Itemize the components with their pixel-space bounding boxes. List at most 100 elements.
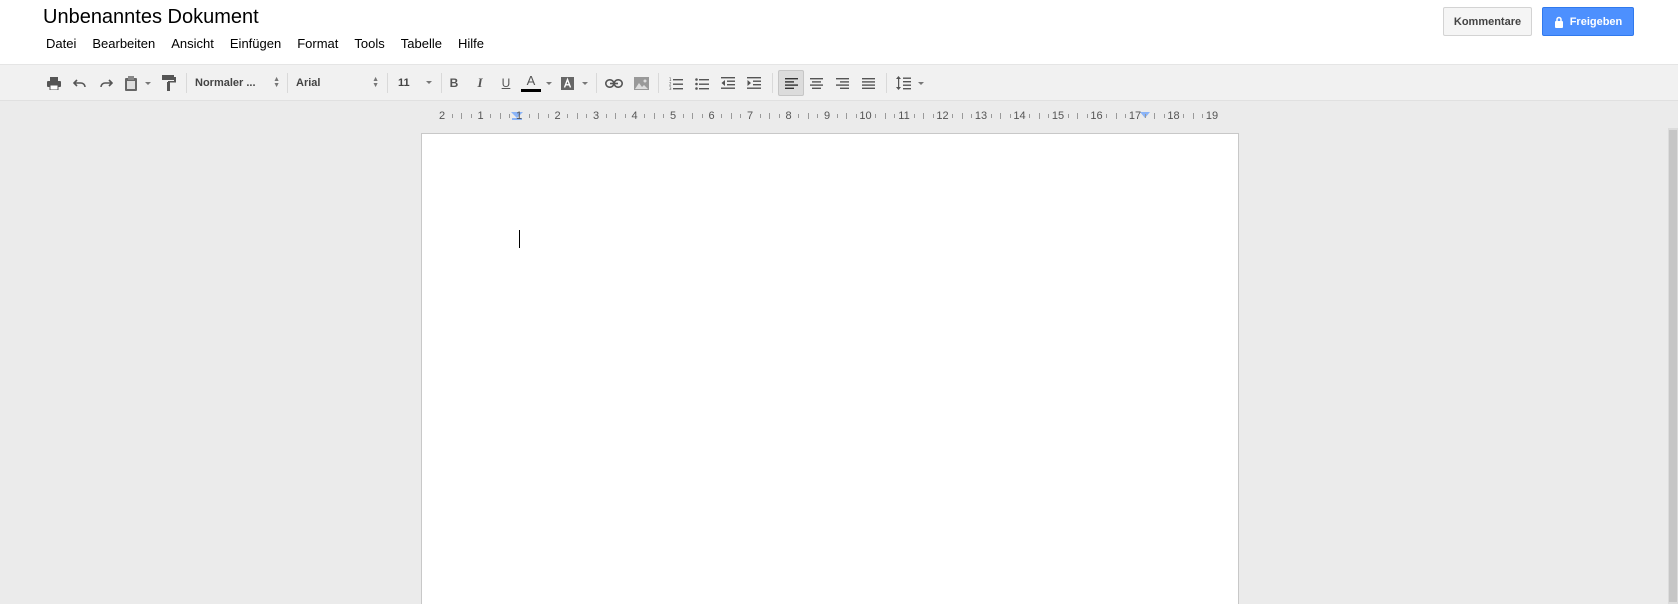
ruler-tick	[923, 113, 925, 119]
paste-icon[interactable]	[122, 70, 140, 96]
ruler-tick	[1077, 113, 1079, 119]
menu-insert[interactable]: Einfügen	[222, 33, 289, 55]
ruler-tick	[663, 114, 665, 118]
ruler-tick	[730, 113, 732, 119]
ruler-tick	[961, 113, 963, 119]
ruler-tick	[1115, 113, 1117, 119]
toolbar-divider	[658, 73, 659, 93]
underline-button[interactable]: U	[495, 70, 517, 96]
font-size-select[interactable]: 11	[398, 70, 434, 96]
menu-table[interactable]: Tabelle	[393, 33, 450, 55]
svg-text:3: 3	[669, 86, 672, 90]
increase-indent-icon[interactable]	[744, 70, 764, 96]
ruler-number: 6	[708, 110, 715, 122]
ruler-number: 9	[823, 110, 831, 122]
ruler-number: 12	[936, 110, 949, 122]
align-left-button[interactable]	[778, 70, 804, 96]
ruler-tick	[971, 114, 973, 118]
menu-bar: Datei Bearbeiten Ansicht Einfügen Format…	[38, 33, 492, 55]
ruler-tick	[1029, 114, 1031, 118]
ruler-tick	[932, 114, 934, 118]
bold-button[interactable]: B	[443, 70, 465, 96]
line-spacing-dropdown-icon[interactable]	[916, 70, 926, 96]
paste-dropdown-icon[interactable]	[143, 70, 153, 96]
undo-icon[interactable]	[70, 70, 90, 96]
ruler-tick	[913, 114, 915, 118]
menu-edit[interactable]: Bearbeiten	[84, 33, 163, 55]
ruler-tick	[1192, 113, 1194, 119]
ruler-number: 13	[974, 110, 988, 122]
image-icon[interactable]	[630, 70, 652, 96]
ruler-number: 4	[631, 110, 638, 122]
link-icon[interactable]	[603, 70, 625, 96]
highlight-color-icon[interactable]	[558, 70, 576, 96]
ruler-tick	[740, 114, 742, 118]
vertical-scrollbar[interactable]	[1668, 128, 1678, 604]
line-spacing-icon[interactable]	[893, 70, 913, 96]
toolbar-divider	[441, 73, 442, 93]
ruler-number: 10	[859, 110, 872, 122]
paint-format-icon[interactable]	[159, 70, 179, 96]
scrollbar-thumb[interactable]	[1669, 130, 1677, 602]
ruler-tick	[624, 114, 626, 118]
decrease-indent-icon[interactable]	[718, 70, 738, 96]
toolbar-divider	[886, 73, 887, 93]
numbered-list-icon[interactable]: 123	[666, 70, 686, 96]
ruler-tick	[644, 114, 646, 118]
ruler-tick	[1202, 114, 1204, 118]
ruler-tick	[461, 113, 463, 119]
ruler-tick	[875, 114, 877, 118]
style-select-value: Normaler ...	[195, 77, 256, 89]
ruler-tick	[836, 114, 838, 118]
updown-arrows-icon: ▲ ▼	[273, 76, 280, 89]
align-justify-icon[interactable]	[858, 70, 878, 96]
print-icon[interactable]	[44, 70, 64, 96]
menu-format[interactable]: Format	[289, 33, 346, 55]
share-button-label: Freigeben	[1569, 15, 1623, 28]
redo-icon[interactable]	[96, 70, 116, 96]
ruler-tick	[586, 114, 588, 118]
menu-tools[interactable]: Tools	[346, 33, 392, 55]
ruler-tick	[778, 114, 780, 118]
document-title[interactable]: Unbenanntes Dokument	[43, 4, 259, 30]
ruler-tick	[701, 114, 703, 118]
ruler-tick	[759, 114, 761, 118]
italic-button[interactable]: I	[469, 70, 491, 96]
align-center-icon[interactable]	[806, 70, 826, 96]
menu-help[interactable]: Hilfe	[450, 33, 492, 55]
ruler-tick	[769, 113, 771, 119]
text-color-dropdown-icon[interactable]	[544, 70, 554, 96]
text-color-icon: A	[526, 73, 536, 88]
ruler-tick	[1125, 114, 1127, 118]
ruler[interactable]: 2 1 1 2 3 4 5 6 7 8 9 10 11 12 13 14 15 16 17 18 19	[422, 108, 1240, 126]
menu-file[interactable]: Datei	[38, 33, 84, 55]
ruler-tick	[528, 114, 530, 118]
bold-icon: B	[449, 76, 459, 90]
ruler-number: 7	[746, 110, 754, 122]
share-button[interactable]: Freigeben	[1542, 7, 1634, 36]
toolbar-divider	[596, 73, 597, 93]
document-page[interactable]	[421, 133, 1239, 604]
ruler-number: 18	[1167, 110, 1180, 122]
comments-button[interactable]: Kommentare	[1443, 7, 1532, 36]
menu-view[interactable]: Ansicht	[163, 33, 222, 55]
toolbar-divider	[387, 73, 388, 93]
font-select[interactable]: Arial ▲ ▼	[296, 70, 379, 96]
ruler-tick	[894, 114, 896, 118]
align-left-icon	[784, 77, 798, 89]
bulleted-list-icon[interactable]	[692, 70, 712, 96]
ruler-number: 5	[669, 110, 677, 122]
ruler-tick	[1183, 114, 1185, 118]
text-color-button[interactable]: A	[520, 70, 542, 96]
font-size-value: 11	[398, 77, 410, 89]
align-right-icon[interactable]	[832, 70, 852, 96]
ruler-tick	[1154, 113, 1156, 119]
highlight-dropdown-icon[interactable]	[580, 70, 590, 96]
ruler-tick	[721, 114, 723, 118]
style-select[interactable]: Normaler ... ▲ ▼	[195, 70, 280, 96]
ruler-tick	[499, 113, 501, 119]
ruler-tick	[1086, 114, 1088, 118]
ruler-tick	[576, 113, 578, 119]
ruler-tick	[653, 113, 655, 119]
ruler-tick	[884, 113, 886, 119]
